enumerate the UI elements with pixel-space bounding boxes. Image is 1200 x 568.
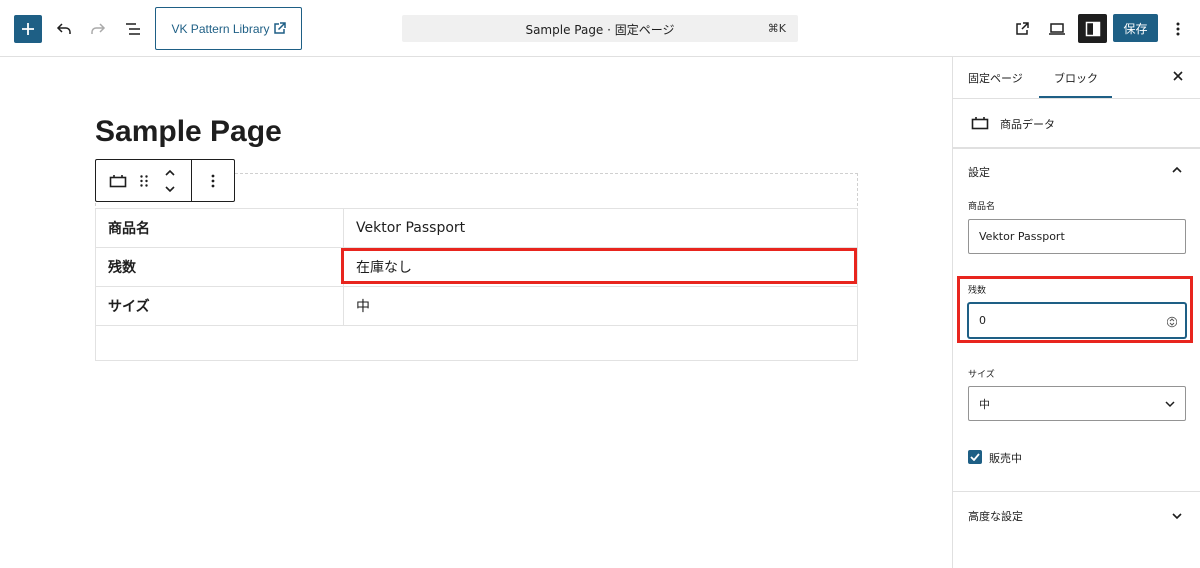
size-select[interactable]: 中 [968,386,1186,421]
block-options-button[interactable] [204,170,222,192]
document-overview-button[interactable] [118,14,148,44]
drag-handle-icon [140,175,148,187]
settings-sidebar-toggle[interactable] [1078,14,1107,43]
divider [953,491,1200,492]
product-block-icon [971,117,989,130]
vk-pattern-library-button[interactable]: VK Pattern Library [155,7,302,50]
table-row: 商品名 Vektor Passport [95,208,858,248]
undo-icon [56,23,71,34]
active-tab-indicator [1039,96,1112,98]
close-icon [1173,71,1183,81]
chevron-down-icon [1165,401,1175,408]
advanced-panel-title[interactable]: 高度な設定 [968,508,1023,524]
table-label-cell: 残数 [95,247,344,287]
chevron-up-icon[interactable] [1171,166,1183,174]
check-icon [970,453,980,461]
vertical-ellipsis-icon [211,174,215,188]
highlight-stock-cell [341,248,857,284]
vertical-ellipsis-icon [1176,22,1180,36]
settings-panel-title[interactable]: 設定 [968,164,990,180]
undo-button[interactable] [49,14,79,44]
product-name-label: 商品名 [968,202,996,212]
sidebar-tabs: 固定ページ ブロック [953,57,1200,99]
vk-pattern-library-label: VK Pattern Library [171,21,270,36]
command-palette-bar[interactable]: Sample Page · 固定ページ ⌘K [402,15,798,42]
table-row: サイズ 中 [95,286,858,326]
table-label-cell: 商品名 [95,208,344,248]
add-block-button[interactable] [14,15,42,43]
toolbar-divider [191,160,192,201]
tab-block[interactable]: ブロック [1054,70,1098,86]
preview-button[interactable] [1042,14,1072,44]
tab-page[interactable]: 固定ページ [968,70,1023,86]
desktop-icon [1049,23,1065,35]
product-name-input[interactable]: Vektor Passport [968,219,1186,254]
page-title[interactable]: Sample Page [95,115,282,149]
list-view-icon [126,23,140,35]
options-menu-button[interactable] [1163,14,1193,44]
plus-icon [22,23,34,35]
divider [953,148,1200,149]
on-sale-label[interactable]: 販売中 [989,450,1022,466]
external-view-icon [1016,22,1029,35]
redo-button[interactable] [83,14,113,44]
table-value-cell: Vektor Passport [343,208,858,248]
external-link-icon [273,22,286,34]
highlight-stock-field [957,276,1193,343]
save-button[interactable]: 保存 [1113,14,1158,42]
close-sidebar-button[interactable] [1172,70,1184,85]
table-footer [95,326,858,361]
size-label: サイズ [968,370,995,380]
sidebar-icon [1085,21,1100,36]
command-shortcut: ⌘K [767,22,786,35]
on-sale-checkbox[interactable] [968,450,982,464]
table-value-cell: 中 [343,286,858,326]
block-card: 商品データ [953,99,1200,148]
block-card-title: 商品データ [1000,118,1055,131]
chevron-down-icon[interactable] [1171,512,1183,520]
chevron-up-down-icon [165,169,175,193]
move-up-down-buttons[interactable] [160,166,180,196]
view-page-button[interactable] [1007,14,1037,44]
block-toolbar [95,159,235,202]
size-selected-value: 中 [979,397,990,411]
document-title: Sample Page · 固定ページ [525,23,675,37]
product-block-icon [109,175,127,188]
drag-handle[interactable] [136,170,152,192]
block-type-button[interactable] [108,170,128,192]
editor-canvas: Sample Page 商品名 Vektor Passport 残数 在庫なし … [0,57,952,568]
table-label-cell: サイズ [95,286,344,326]
editor-header: VK Pattern Library Sample Page · 固定ページ ⌘… [0,0,1200,57]
redo-icon [91,23,106,34]
